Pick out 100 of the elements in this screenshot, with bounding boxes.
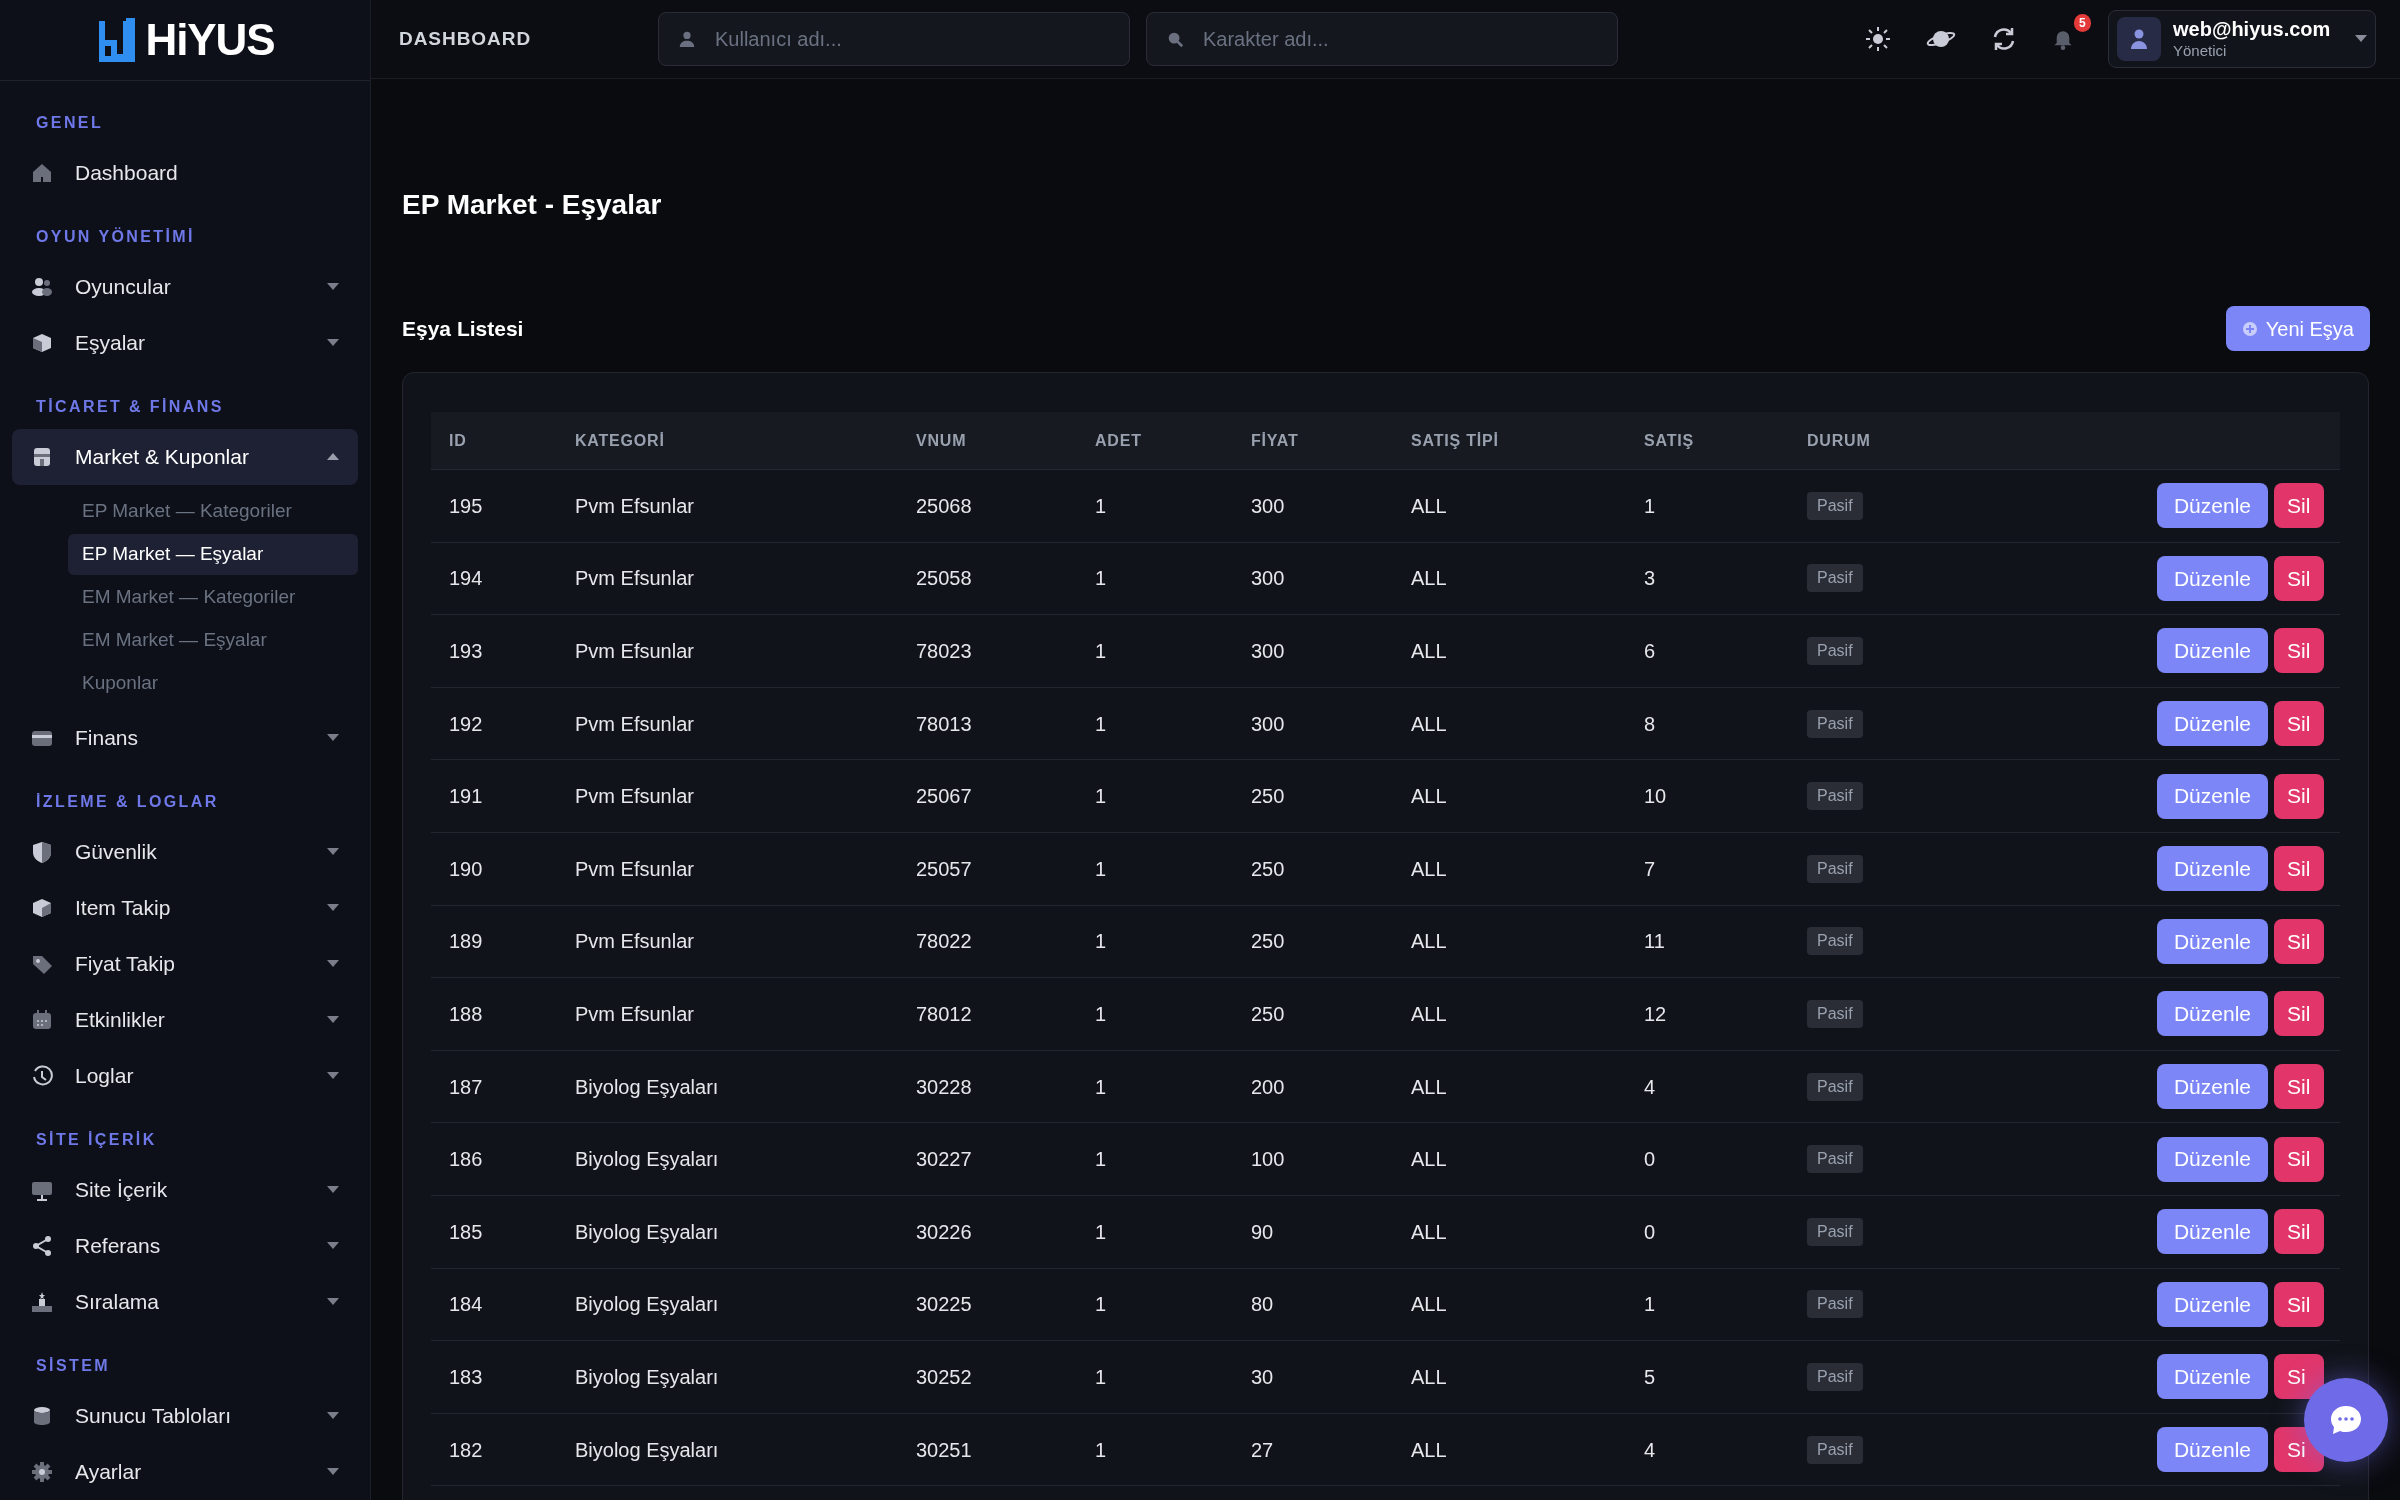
edit-button[interactable]: Düzenle <box>2156 1354 2268 1400</box>
edit-button[interactable]: Düzenle <box>2156 483 2268 529</box>
sidebar-item[interactable]: Sunucu Tabloları <box>12 1388 358 1444</box>
edit-button[interactable]: Düzenle <box>2156 1281 2268 1327</box>
sidebar-item[interactable]: Referans <box>12 1218 358 1274</box>
submenu-item[interactable]: EM Market — Kategoriler <box>68 577 358 618</box>
sun-icon[interactable] <box>1864 25 1892 53</box>
edit-button[interactable]: Düzenle <box>2156 555 2268 601</box>
edit-button[interactable]: Düzenle <box>2156 1136 2268 1182</box>
edit-button[interactable]: Düzenle <box>2156 628 2268 674</box>
delete-button[interactable]: Si <box>2274 1354 2324 1400</box>
user-icon <box>678 30 696 48</box>
column-header: DURUM <box>1807 430 1872 451</box>
table-cell-text: 3 <box>1644 566 1657 592</box>
column-header: KATEGORİ <box>575 430 666 451</box>
delete-button[interactable]: Sil <box>2274 846 2324 892</box>
table-cell-text: 250 <box>1251 1001 1286 1027</box>
user-search-field[interactable]: Kullanıcı adı... <box>658 12 1130 66</box>
delete-button[interactable]: Sil <box>2274 555 2324 601</box>
edit-button[interactable]: Düzenle <box>2156 918 2268 964</box>
table-cell-text: Biyolog Eşyaları <box>575 1147 720 1173</box>
table-cell-text: 190 <box>449 856 484 882</box>
table-cell-text: ALL <box>1411 493 1448 519</box>
edit-button[interactable]: Düzenle <box>2156 846 2268 892</box>
sidebar-item[interactable]: Ayarlar <box>12 1444 358 1500</box>
sidebar-item[interactable]: Etkinlikler <box>12 992 358 1048</box>
list-title: Eşya Listesi <box>402 315 524 342</box>
section-label: TİCARET & FİNANS <box>35 397 225 417</box>
sidebar-item[interactable]: Oyuncular <box>12 259 358 315</box>
section-label: OYUN YÖNETİMİ <box>35 226 196 247</box>
table-cell-text: ALL <box>1411 566 1448 592</box>
user-menu[interactable]: web@hiyus.com Yönetici <box>2108 10 2376 68</box>
delete-button[interactable]: Sil <box>2274 628 2324 674</box>
table-cell-text: 300 <box>1251 711 1286 737</box>
edit-button[interactable]: Düzenle <box>2156 1427 2268 1472</box>
table-cell-text: 300 <box>1251 493 1286 519</box>
history-icon <box>31 1065 53 1087</box>
table-cell-text: 25058 <box>916 566 973 592</box>
sidebar-item[interactable]: Dashboard <box>12 145 358 201</box>
delete-button[interactable]: Sil <box>2274 991 2324 1037</box>
status-badge: Pasif <box>1807 999 1863 1028</box>
sidebar-item[interactable]: Site İçerik <box>12 1162 358 1218</box>
delete-button[interactable]: Sil <box>2274 1209 2324 1255</box>
edit-button[interactable]: Düzenle <box>2156 773 2268 819</box>
sidebar-item[interactable]: Finans <box>12 710 358 766</box>
status-badge: Pasif <box>1807 491 1863 520</box>
delete-button[interactable]: Sil <box>2274 1064 2324 1110</box>
caret-icon <box>327 904 339 912</box>
podium-icon <box>31 1291 53 1313</box>
table-cell-text: 30 <box>1251 1364 1275 1390</box>
status-badge: Pasif <box>1807 709 1863 738</box>
table-cell-text: 189 <box>449 929 484 955</box>
submenu-item[interactable]: Kuponlar <box>68 663 358 704</box>
table-cell-text: 182 <box>449 1437 484 1463</box>
caret-icon <box>327 960 339 968</box>
sidebar-item[interactable]: Güvenlik <box>12 824 358 880</box>
edit-button[interactable]: Düzenle <box>2156 991 2268 1037</box>
column-header: ADET <box>1095 430 1143 451</box>
table-cell-text: ALL <box>1411 1219 1448 1245</box>
delete-button[interactable]: Sil <box>2274 1136 2324 1182</box>
table-cell-text: 195 <box>449 493 484 519</box>
delete-button[interactable]: Sil <box>2274 483 2324 529</box>
table-cell-text: 186 <box>449 1147 484 1173</box>
edit-button[interactable]: Düzenle <box>2156 1064 2268 1110</box>
table-cell-text: 184 <box>449 1292 484 1318</box>
submenu-item[interactable]: EM Market — Eşyalar <box>68 620 358 661</box>
status-badge: Pasif <box>1807 1072 1863 1101</box>
page-title: EP Market - Eşyalar <box>402 188 663 222</box>
delete-button[interactable]: Sil <box>2274 918 2324 964</box>
new-item-button[interactable]: Yeni Eşya <box>2225 306 2370 351</box>
table-cell-text: 10 <box>1644 784 1668 810</box>
delete-button[interactable]: Sil <box>2274 701 2324 747</box>
edit-button[interactable]: Düzenle <box>2156 701 2268 747</box>
table-cell-text: 188 <box>449 1001 484 1027</box>
table-cell-text: Biyolog Eşyaları <box>575 1219 720 1245</box>
submenu-item[interactable]: EP Market — Eşyalar <box>68 534 358 575</box>
table-cell-text: ALL <box>1411 929 1448 955</box>
caret-icon <box>327 339 339 347</box>
table-cell-text: 250 <box>1251 856 1286 882</box>
notification-badge: 5 <box>2074 14 2091 32</box>
delete-button[interactable]: Sil <box>2274 773 2324 819</box>
table-cell-text: 1 <box>1095 1219 1108 1245</box>
table-cell-text: 300 <box>1251 639 1286 664</box>
table-cell-text: Pvm Efsunlar <box>575 566 695 592</box>
table-cell-text: Biyolog Eşyaları <box>575 1437 720 1463</box>
status-badge: Pasif <box>1807 637 1863 665</box>
table-cell-text: ALL <box>1411 1292 1448 1318</box>
sidebar-item[interactable]: Fiyat Takip <box>12 936 358 992</box>
sidebar-item[interactable]: Sıralama <box>12 1274 358 1330</box>
sidebar-item[interactable]: Eşyalar <box>12 315 358 371</box>
sidebar-item[interactable]: Loglar <box>12 1048 358 1104</box>
sidebar-item[interactable]: Item Takip <box>12 880 358 936</box>
table-cell-text: Pvm Efsunlar <box>575 856 695 882</box>
table-cell-text: 30228 <box>916 1074 973 1100</box>
edit-button[interactable]: Düzenle <box>2156 1209 2268 1255</box>
sidebar-item[interactable]: Market & Kuponlar <box>12 429 358 485</box>
submenu-item[interactable]: EP Market — Kategoriler <box>68 491 358 532</box>
character-search-field[interactable]: Karakter adı... <box>1146 12 1618 66</box>
delete-button[interactable]: Sil <box>2274 1281 2324 1327</box>
box-icon <box>31 332 53 354</box>
